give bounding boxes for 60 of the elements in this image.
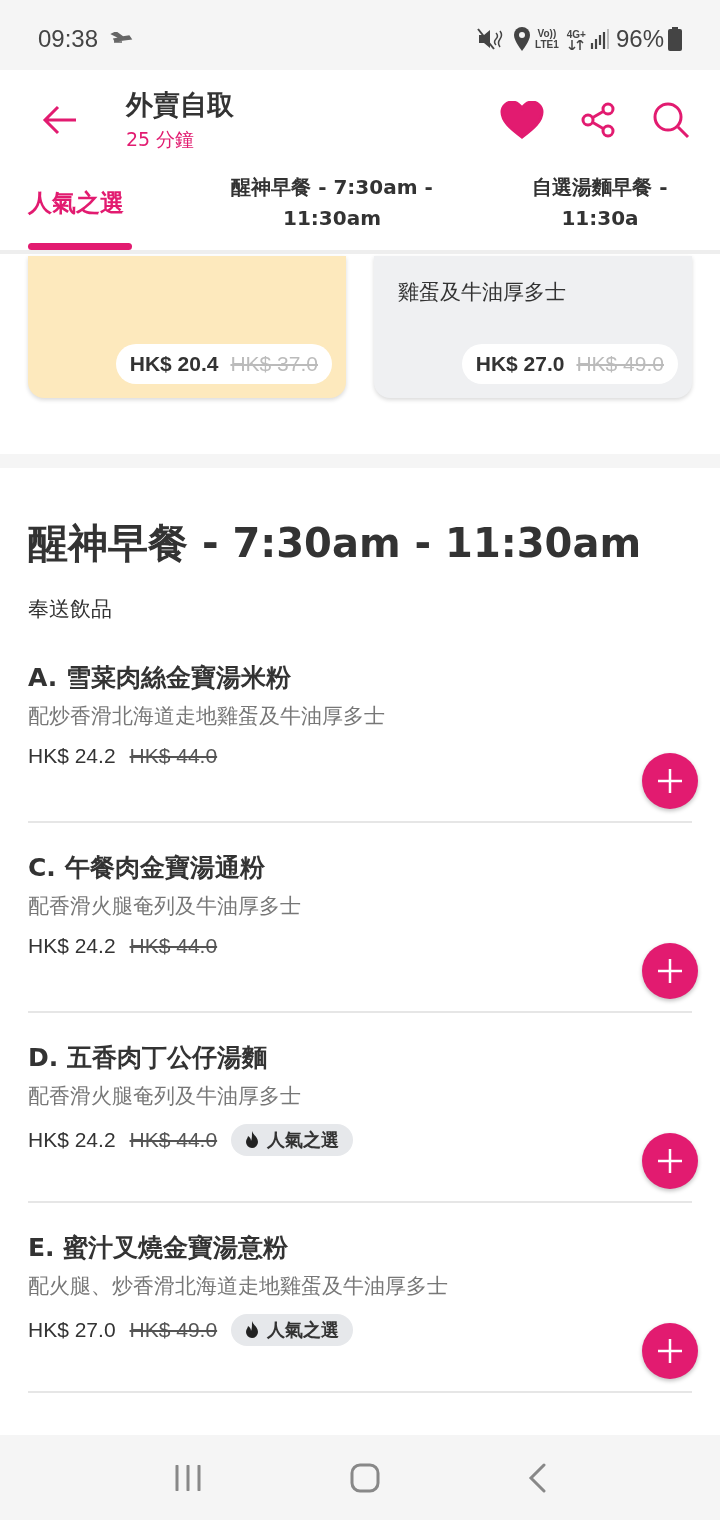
battery-icon	[668, 27, 682, 51]
network-label: 4G+	[566, 28, 586, 40]
recent-apps-button[interactable]	[174, 1464, 202, 1491]
signal-icon	[589, 29, 610, 49]
plus-icon	[657, 1338, 683, 1364]
flame-icon	[245, 1321, 260, 1339]
airplane-icon	[110, 32, 135, 46]
back-button[interactable]	[42, 105, 78, 135]
add-button[interactable]	[642, 1133, 698, 1189]
section-title: 醒神早餐 - 7:30am - 11:30am	[28, 519, 643, 568]
location-icon	[513, 27, 532, 51]
item-description: 配香滑火腿奄列及牛油厚多士	[28, 893, 302, 920]
item-description: 配香滑火腿奄列及牛油厚多士	[28, 1083, 302, 1110]
flame-icon	[245, 1131, 260, 1149]
popular-badge: 人氣之選	[231, 1124, 354, 1156]
search-button[interactable]	[652, 101, 690, 139]
original-price: HK$ 44.0	[129, 1128, 218, 1152]
item-name: C. 午餐肉金寶湯通粉	[28, 852, 266, 884]
original-price: HK$ 44.0	[129, 744, 218, 768]
add-button[interactable]	[642, 1323, 698, 1379]
original-price: HK$ 37.0	[230, 352, 318, 376]
status-time: 09:38	[38, 25, 99, 53]
lte-label: LTE1	[535, 39, 559, 50]
card-description: 雞蛋及牛油厚多士	[398, 279, 567, 306]
original-price: HK$ 49.0	[576, 352, 664, 376]
favorite-button[interactable]	[500, 101, 544, 139]
page-title: 外賣自取	[126, 88, 235, 122]
category-tab[interactable]: 醒神早餐 - 7:30am - 11:30am	[202, 170, 462, 250]
featured-card[interactable]: 雞蛋及牛油厚多士 HK$ 27.0 HK$ 49.0	[374, 256, 692, 398]
back-nav-button[interactable]	[528, 1462, 546, 1493]
current-price: HK$ 24.2	[28, 1128, 116, 1152]
plus-icon	[657, 958, 683, 984]
item-name: E. 蜜汁叉燒金寶湯意粉	[28, 1232, 290, 1264]
plus-icon	[657, 1148, 683, 1174]
share-button[interactable]	[580, 102, 616, 138]
item-name: D. 五香肉丁公仔湯麵	[28, 1042, 268, 1074]
plus-icon	[657, 768, 683, 794]
category-tab[interactable]: 自選湯麵早餐 - 11:30a	[522, 170, 678, 250]
page-subtitle: 25 分鐘	[126, 127, 196, 152]
item-name: A. 雪菜肉絲金寶湯米粉	[28, 662, 292, 694]
data-arrows-icon	[568, 39, 585, 50]
current-price: HK$ 24.2	[28, 744, 116, 768]
current-price: HK$ 27.0	[28, 1318, 116, 1342]
add-button[interactable]	[642, 943, 698, 999]
current-price: HK$ 24.2	[28, 934, 116, 958]
current-price: HK$ 27.0	[475, 352, 565, 376]
battery-percent: 96%	[615, 25, 664, 53]
category-tab[interactable]: 人氣之選	[28, 170, 132, 250]
featured-card[interactable]: HK$ 20.4 HK$ 37.0	[28, 256, 346, 398]
original-price: HK$ 49.0	[129, 1318, 218, 1342]
original-price: HK$ 44.0	[129, 934, 218, 958]
item-description: 配火腿、炒香滑北海道走地雞蛋及牛油厚多士	[28, 1273, 449, 1300]
section-subtitle: 奉送飲品	[28, 596, 113, 623]
current-price: HK$ 20.4	[129, 352, 219, 376]
item-description: 配炒香滑北海道走地雞蛋及牛油厚多士	[28, 703, 386, 730]
mute-icon	[477, 28, 504, 50]
add-button[interactable]	[642, 753, 698, 809]
home-button[interactable]	[350, 1462, 380, 1493]
popular-badge: 人氣之選	[231, 1314, 354, 1346]
volte-label: Vo))	[537, 28, 557, 39]
